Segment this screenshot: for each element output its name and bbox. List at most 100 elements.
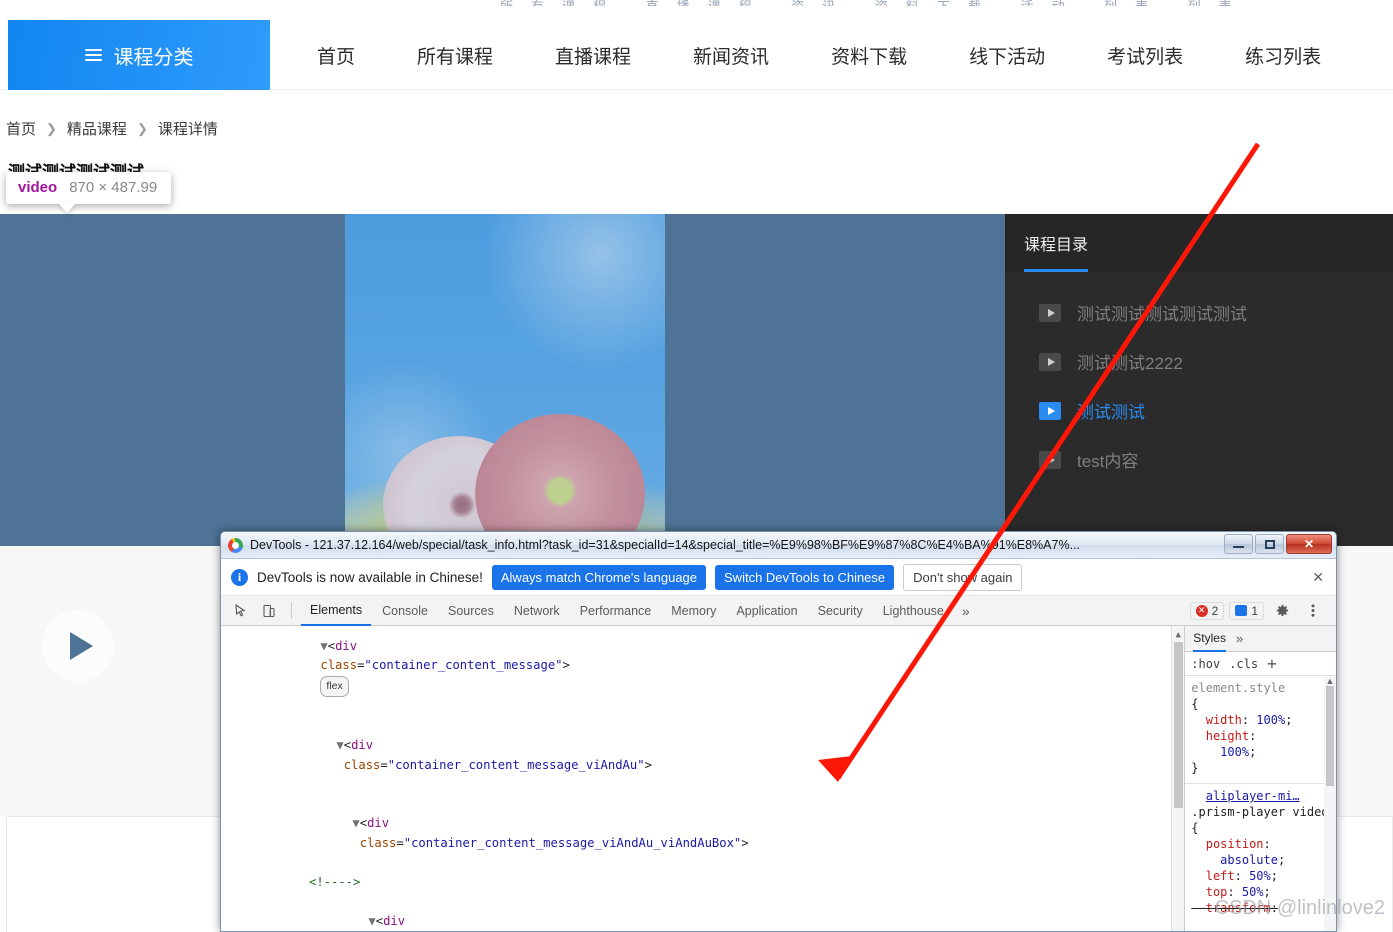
dom-node-row[interactable]: ▼<div class="container_content_message_v…: [221, 795, 1184, 873]
style-value[interactable]: 100%: [1220, 745, 1249, 759]
style-prop[interactable]: height: [1206, 729, 1249, 743]
style-value[interactable]: 50%: [1242, 885, 1264, 899]
catalog-item-3[interactable]: 测试测试: [1005, 386, 1393, 435]
nav-item-all-courses[interactable]: 所有课程: [397, 42, 513, 69]
always-match-language-button[interactable]: Always match Chrome's language: [491, 564, 707, 590]
style-declaration[interactable]: transform:: [1191, 900, 1330, 916]
video-element[interactable]: [345, 214, 665, 546]
minimize-button[interactable]: [1224, 534, 1253, 554]
scroll-up-arrow[interactable]: ▲: [1324, 676, 1336, 686]
play-icon: [1039, 450, 1061, 469]
toolbar-divider: [291, 602, 292, 619]
course-category-button[interactable]: 课程分类: [8, 20, 270, 90]
catalog-item-label: 测试测试: [1077, 403, 1145, 422]
devtools-window-title: DevTools - 121.37.12.164/web/special/tas…: [250, 538, 1080, 552]
breadcrumb-item-home[interactable]: 首页: [6, 118, 36, 139]
nav-item-live-courses[interactable]: 直播课程: [535, 42, 651, 69]
style-rule-open-brace: {: [1191, 821, 1199, 835]
breadcrumb-item-featured[interactable]: 精品课程: [67, 118, 127, 139]
device-toolbar-icon[interactable]: [256, 599, 282, 623]
dont-show-again-button[interactable]: Don't show again: [903, 563, 1023, 591]
style-declaration[interactable]: position: absolute;: [1191, 836, 1330, 868]
breadcrumb: 首页 ❯ 精品课程 ❯ 课程详情: [6, 118, 218, 139]
styles-tabbar: Styles »: [1185, 626, 1336, 652]
tab-elements[interactable]: Elements: [301, 596, 372, 626]
close-button[interactable]: ✕: [1286, 534, 1332, 554]
style-rule-element-style[interactable]: element.style { width: 100%; height: 100…: [1185, 676, 1336, 780]
style-prop[interactable]: top: [1206, 885, 1228, 899]
catalog-item-4[interactable]: test内容: [1005, 435, 1393, 484]
style-rule-source[interactable]: aliplayer-mi…: [1191, 788, 1330, 804]
styles-panel: Styles » :hov .cls + element.style { wid…: [1184, 626, 1336, 931]
style-declaration[interactable]: height: 100%;: [1191, 728, 1330, 760]
chrome-logo-icon: [228, 537, 243, 553]
dom-tree-scrollbar[interactable]: ▲: [1171, 626, 1185, 931]
more-tabs-icon[interactable]: »: [955, 603, 977, 619]
catalog-item-label: test内容: [1077, 452, 1139, 471]
play-icon: [69, 632, 93, 660]
devtools-window: DevTools - 121.37.12.164/web/special/tas…: [220, 531, 1337, 932]
catalog-item-2[interactable]: 测试测试2222: [1005, 337, 1393, 386]
hover-state-button[interactable]: :hov: [1191, 657, 1220, 671]
class-filter-button[interactable]: .cls: [1229, 657, 1258, 671]
error-count: 2: [1211, 603, 1219, 618]
devtools-titlebar[interactable]: DevTools - 121.37.12.164/web/special/tas…: [221, 532, 1336, 559]
message-icon: [1235, 605, 1248, 616]
style-rule-prism-player-video[interactable]: aliplayer-mi… .prism-player video { posi…: [1185, 784, 1336, 920]
tab-sources[interactable]: Sources: [439, 596, 503, 626]
new-style-rule-button[interactable]: +: [1267, 654, 1277, 673]
inspect-element-icon[interactable]: [228, 599, 254, 623]
nav-item-exam-list[interactable]: 考试列表: [1087, 42, 1203, 69]
devtools-toolbar: Elements Console Sources Network Perform…: [221, 596, 1336, 626]
dom-node-row[interactable]: ▼<div class="container_content_message">…: [221, 626, 1184, 717]
tab-memory[interactable]: Memory: [662, 596, 725, 626]
style-prop[interactable]: left: [1206, 869, 1235, 883]
catalog-item-label: 测试测试测试测试测试: [1077, 305, 1247, 324]
dom-tree-panel[interactable]: ▼<div class="container_content_message">…: [221, 626, 1185, 931]
course-catalog-title: 课程目录: [1024, 237, 1089, 254]
message-count-badge[interactable]: 1: [1229, 601, 1264, 620]
catalog-item-1[interactable]: 测试测试测试测试测试: [1005, 288, 1393, 337]
tab-lighthouse[interactable]: Lighthouse: [874, 596, 953, 626]
dom-node-row[interactable]: ▼<div class="container_content_message_v…: [221, 717, 1184, 795]
nav-item-offline-events[interactable]: 线下活动: [949, 42, 1065, 69]
style-value[interactable]: 100%: [1256, 713, 1285, 727]
style-rule-selector[interactable]: .prism-player video: [1191, 804, 1330, 820]
nav-item-news[interactable]: 新闻资讯: [673, 42, 789, 69]
tab-application[interactable]: Application: [727, 596, 806, 626]
tab-console[interactable]: Console: [373, 596, 437, 626]
tab-security[interactable]: Security: [809, 596, 872, 626]
error-icon: ✕: [1195, 604, 1208, 617]
error-count-badge[interactable]: ✕ 2: [1189, 601, 1225, 620]
style-value[interactable]: 50%: [1249, 869, 1271, 883]
kebab-menu-icon[interactable]: [1300, 599, 1326, 623]
scroll-thumb[interactable]: [1174, 642, 1184, 808]
play-button[interactable]: [42, 610, 114, 682]
switch-devtools-to-chinese-button[interactable]: Switch DevTools to Chinese: [715, 564, 895, 590]
style-declaration[interactable]: width: 100%;: [1191, 712, 1330, 728]
style-prop[interactable]: transform: [1206, 901, 1271, 915]
tab-network[interactable]: Network: [505, 596, 569, 626]
style-prop[interactable]: width: [1206, 713, 1242, 727]
more-panels-icon[interactable]: »: [1236, 631, 1243, 646]
dom-node-row[interactable]: ▼<div id="J_prismPlayer" class="prism-pl…: [221, 892, 1184, 931]
styles-scrollbar[interactable]: ▲: [1324, 676, 1336, 931]
nav-item-home[interactable]: 首页: [297, 42, 375, 69]
style-declaration[interactable]: left: 50%;: [1191, 868, 1330, 884]
style-rule-selector: element.style: [1191, 681, 1286, 695]
style-declaration[interactable]: top: 50%;: [1191, 884, 1330, 900]
dom-comment-row: <!---->: [309, 874, 361, 889]
nav-item-practice-list[interactable]: 练习列表: [1225, 42, 1341, 69]
close-icon[interactable]: ✕: [1312, 569, 1324, 586]
flex-badge[interactable]: flex: [320, 675, 349, 697]
nav-item-downloads[interactable]: 资料下载: [811, 42, 927, 69]
style-value[interactable]: absolute: [1220, 853, 1278, 867]
scroll-thumb[interactable]: [1326, 686, 1334, 786]
style-prop[interactable]: position: [1206, 837, 1264, 851]
style-rule-open-brace: {: [1191, 697, 1199, 711]
tab-performance[interactable]: Performance: [571, 596, 661, 626]
chevron-right-icon: ❯: [46, 120, 57, 136]
gear-icon[interactable]: [1269, 599, 1295, 623]
tab-styles[interactable]: Styles: [1193, 626, 1226, 652]
maximize-button[interactable]: [1255, 534, 1284, 554]
